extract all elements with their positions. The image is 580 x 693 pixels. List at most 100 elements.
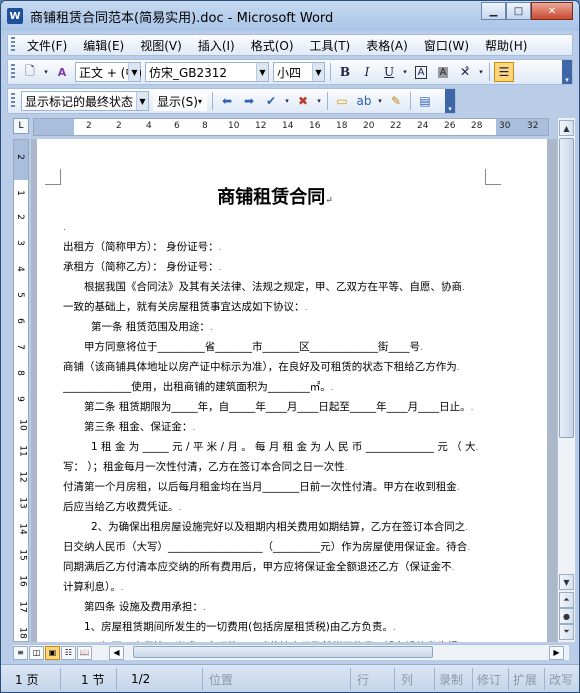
document-line[interactable]: 写： ）；租金每月一次性付清，乙方在签订本合同之日一次性. [63, 458, 487, 478]
status-overtype[interactable]: 改写 [545, 668, 579, 690]
reading-layout-button[interactable]: 📖 [77, 645, 92, 660]
underline-button[interactable]: U [379, 62, 399, 82]
document-line[interactable]: 一致的基础上，就有关房屋租赁事宜达成如下协议：. [63, 298, 487, 318]
char-border-button[interactable]: A [411, 62, 431, 82]
menu-tools[interactable]: 工具(T) [302, 37, 359, 54]
toolbar-grip[interactable] [11, 93, 15, 109]
word-app-icon[interactable]: W [7, 8, 23, 24]
web-layout-button[interactable]: ◫ [29, 645, 44, 660]
align-justify-button[interactable]: ☰ [494, 62, 514, 82]
menu-file[interactable]: 文件(F) [19, 37, 75, 54]
status-track-changes[interactable]: 修订 [473, 668, 509, 690]
print-layout-button[interactable]: ▣ [45, 645, 60, 660]
document-line[interactable]: 出租方（简称甲方）： 身份证号：. [63, 238, 487, 258]
menu-view[interactable]: 视图(V) [132, 37, 190, 54]
document-line[interactable]: 日交纳人民币（大写）__________________（_________元）… [63, 538, 487, 558]
document-line[interactable]: 商铺（该商铺具体地址以房产证中标示为准），在良好及可租赁的状态下租给乙方作为. [63, 358, 487, 378]
chevron-down-icon[interactable]: ▼ [312, 63, 324, 81]
chevron-down-icon: ▾ [197, 96, 202, 106]
document-line[interactable]: 1、房屋租赁期间所发生的一切费用(包括房屋租赁税)由乙方负责。. [63, 618, 487, 638]
document-line[interactable]: 后应当给乙方收费凭证。. [63, 498, 487, 518]
document-line[interactable]: 第四条 设施及费用承担：. [63, 598, 487, 618]
vertical-ruler[interactable]: 2 1 2 3 4 5 6 7 8 9 10 11 12 13 14 15 16… [13, 139, 29, 642]
highlight-button[interactable]: ab [354, 91, 374, 111]
scroll-left-button[interactable]: ◀ [109, 645, 124, 660]
styles-pane-button[interactable]: A [52, 62, 72, 82]
style-combobox[interactable]: 正文 + (中) ▼ [75, 62, 142, 82]
chevron-down-icon[interactable]: ▼ [256, 63, 268, 81]
document-line[interactable]: 第二条 租赁期限为_____年，自_____年____月____日起至_____… [63, 398, 487, 418]
document-line[interactable]: 1 租 金 为 _____ 元 / 平 米 / 月 。 每 月 租 金 为 人 … [63, 438, 487, 458]
vertical-scrollbar[interactable]: ▲ ▼ ⏶ ● ⏷ [557, 118, 575, 642]
document-line[interactable]: 第一条 租赁范围及用途：. [63, 318, 487, 338]
normal-view-button[interactable]: ≡ [13, 645, 28, 660]
italic-button[interactable]: I [357, 62, 377, 82]
menu-table[interactable]: 表格(A) [358, 37, 416, 54]
show-menu-button[interactable]: 显示(S) ▾ [153, 91, 207, 111]
scroll-thumb[interactable] [559, 138, 574, 438]
tab-selector[interactable]: L [13, 118, 29, 134]
document-line[interactable]: 承租方（简称乙方）： 身份证号：. [63, 258, 487, 278]
document-title[interactable]: 商铺租赁合同↵ [63, 183, 487, 216]
menu-insert[interactable]: 插入(I) [190, 37, 243, 54]
toolbar-more-icon[interactable]: ▾ [445, 89, 455, 113]
document-line[interactable]: 甲方同意将位于_________省_______市_______区_______… [63, 338, 487, 358]
reviewing-pane-button[interactable]: ▤ [415, 91, 435, 111]
menu-format[interactable]: 格式(O) [243, 37, 302, 54]
chevron-down-icon[interactable]: ▼ [128, 63, 140, 81]
document-page[interactable]: 商铺租赁合同↵ . 出租方（简称甲方）： 身份证号：. 承租方（简称乙方）： 身份证… [37, 139, 547, 642]
underline-dropdown[interactable]: ▾ [401, 62, 409, 82]
browse-object-button[interactable]: ● [559, 608, 574, 624]
document-body[interactable]: 商铺租赁合同↵ . 出租方（简称甲方）： 身份证号：. 承租方（简称乙方）： 身份证… [63, 183, 487, 642]
highlight-dropdown[interactable]: ▾ [376, 91, 384, 111]
toolbar-grip[interactable] [11, 37, 15, 53]
document-area[interactable]: 商铺租赁合同↵ . 出租方（简称甲方）： 身份证号：. 承租方（简称乙方）： 身份证… [31, 139, 557, 642]
insert-comment-button[interactable]: ▭ [332, 91, 352, 111]
previous-page-button[interactable]: ⏶ [559, 592, 574, 608]
menu-edit[interactable]: 编辑(E) [75, 37, 132, 54]
minimize-button[interactable]: ▁ [481, 2, 506, 20]
document-line[interactable]: _____________使用，出租商铺的建筑面积为________㎡。. [63, 378, 487, 398]
document-line[interactable]: 2、如因乙方保管不当或不合理使用，致使该房屋及其附属物品、设备设施发生损. [63, 638, 487, 642]
accept-change-button[interactable]: ✔ [261, 91, 281, 111]
next-change-button[interactable]: ➡ [239, 91, 259, 111]
status-page: 1 页 [1, 668, 61, 690]
outline-view-button[interactable]: ☷ [61, 645, 76, 660]
font-combobox[interactable]: 仿宋_GB2312 ▼ [145, 62, 269, 82]
accept-change-dropdown[interactable]: ▾ [283, 91, 291, 111]
scroll-down-button[interactable]: ▼ [559, 574, 574, 590]
markup-display-combobox[interactable]: 显示标记的最终状态 ▼ [21, 91, 149, 111]
track-changes-button[interactable]: ✎ [386, 91, 406, 111]
document-line[interactable]: 付清第一个月房租，以后每月租金均在当月_______日前一次性付清。甲方在收到租… [63, 478, 487, 498]
bold-button[interactable]: B [335, 62, 355, 82]
document-line[interactable]: 2、为确保出租房屋设施完好以及租期内相关费用如期结算，乙方在签订本合同之. [63, 518, 487, 538]
document-line[interactable]: 计算利息）。. [63, 578, 487, 598]
reject-change-button[interactable]: ✖ [293, 91, 313, 111]
toolbar-grip[interactable] [11, 64, 15, 80]
char-scaling-button[interactable]: ✕̂ [455, 62, 475, 82]
maximize-button[interactable]: □ [506, 2, 531, 20]
document-line[interactable]: . [63, 218, 487, 238]
previous-change-button[interactable]: ⬅ [217, 91, 237, 111]
status-record[interactable]: 录制 [435, 668, 473, 690]
chevron-down-icon[interactable]: ▼ [136, 92, 148, 110]
document-line[interactable]: 根据我国《合同法》及其有关法律、法规之规定，甲、乙双方在平等、自愿、协商. [63, 278, 487, 298]
document-line[interactable]: 第三条 租金、保证金：. [63, 418, 487, 438]
toolbar-options-button[interactable]: ▾ [42, 62, 50, 82]
char-scaling-dropdown[interactable]: ▾ [477, 62, 485, 82]
new-document-button[interactable]: 🗋 [20, 62, 40, 82]
status-extend[interactable]: 扩展 [509, 668, 545, 690]
horizontal-ruler[interactable]: 2 2 4 6 8 10 12 14 16 18 20 22 24 26 28 … [33, 118, 549, 136]
font-size-combobox[interactable]: 小四 ▼ [273, 62, 325, 82]
scroll-right-button[interactable]: ▶ [549, 645, 564, 660]
char-shading-button[interactable]: A [433, 62, 453, 82]
close-button[interactable]: ✕ [531, 2, 573, 20]
scroll-up-button[interactable]: ▲ [559, 120, 574, 136]
document-line[interactable]: 同期满后乙方付清本应交纳的所有费用后，甲方应将保证金全额退还乙方（保证金不. [63, 558, 487, 578]
horizontal-scroll-thumb[interactable] [133, 646, 433, 658]
menu-window[interactable]: 窗口(W) [416, 37, 477, 54]
toolbar-more-icon[interactable]: ▾ [562, 60, 572, 84]
menu-help[interactable]: 帮助(H) [477, 37, 535, 54]
next-page-button[interactable]: ⏷ [559, 624, 574, 640]
reject-change-dropdown[interactable]: ▾ [315, 91, 323, 111]
